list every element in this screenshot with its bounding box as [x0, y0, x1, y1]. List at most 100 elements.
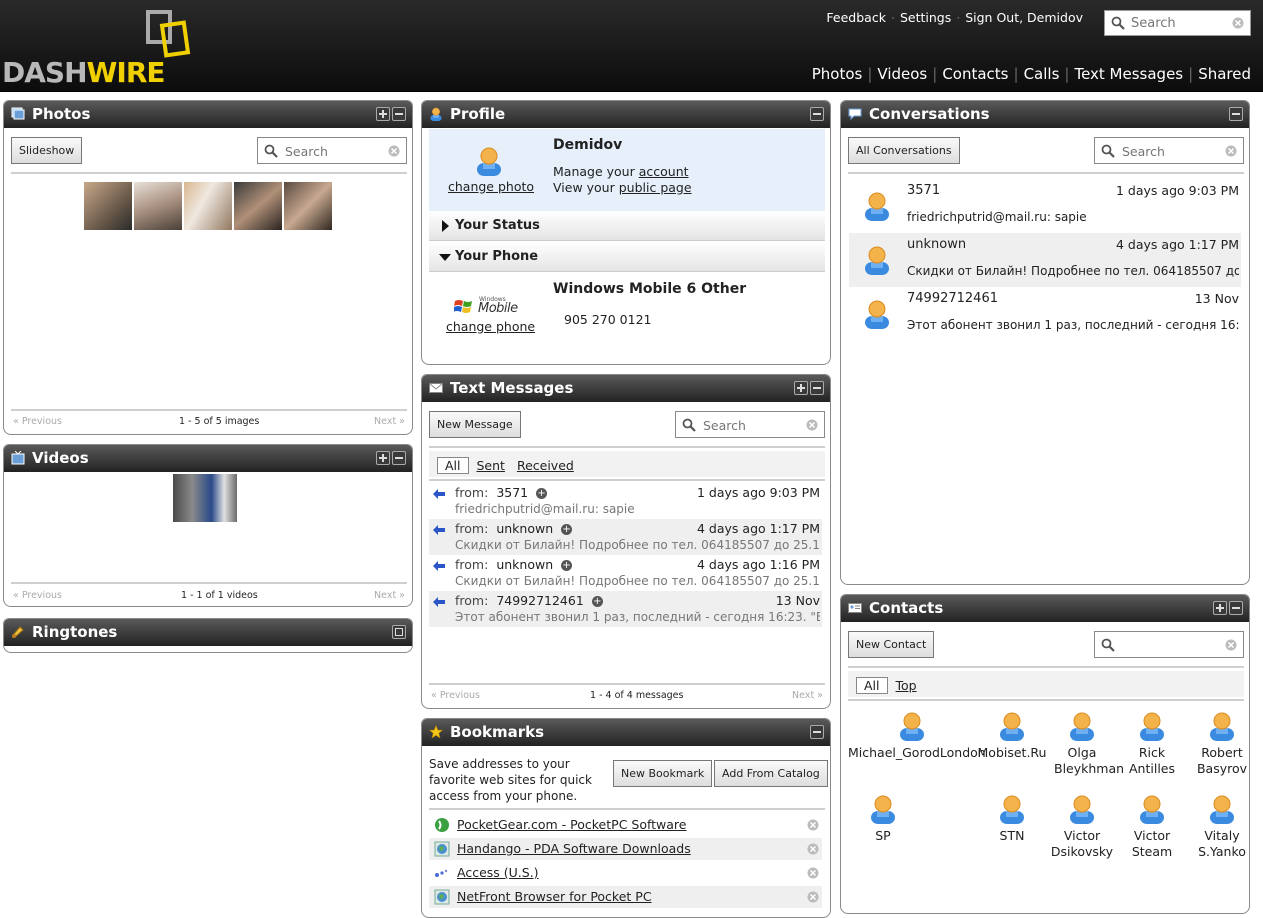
photo-thumb[interactable] [234, 182, 282, 230]
filter-received[interactable]: Received [517, 458, 574, 473]
contact-item[interactable]: Victor Steam [1112, 794, 1192, 860]
next-link[interactable]: Next » [374, 590, 405, 601]
contact-item[interactable]: Mobiset.Ru [972, 711, 1052, 761]
contact-item[interactable]: Olga Bleykhman [1042, 711, 1124, 777]
new-message-button[interactable]: New Message [429, 411, 521, 438]
header-search-input[interactable] [1131, 14, 1231, 32]
videos-titlebar[interactable]: Videos [4, 445, 412, 472]
photo-thumb[interactable] [284, 182, 332, 230]
public-page-link[interactable]: public page [619, 180, 692, 195]
nav-videos[interactable]: Videos [877, 65, 927, 83]
previous-link[interactable]: « Previous [431, 690, 480, 701]
photos-titlebar[interactable]: Photos [4, 101, 412, 128]
conversation-row[interactable]: unknown 4 days ago 1:17 PM Скидки от Бил… [849, 233, 1241, 287]
contact-item[interactable]: Rick Antilles [1112, 711, 1192, 777]
message-row[interactable]: from: 74992712461 + 13 Nov Этот абонент зв… [429, 591, 822, 627]
contact-item[interactable]: Victor Dsikovsky [1042, 794, 1122, 860]
new-bookmark-button[interactable]: New Bookmark [613, 760, 713, 787]
feedback-link[interactable]: Feedback [826, 10, 886, 25]
previous-link[interactable]: « Previous [13, 590, 62, 601]
contact-item[interactable]: SP [843, 794, 923, 844]
contact-name: Mobiset.Ru [977, 745, 1047, 760]
conversation-row[interactable]: 74992712461 13 Nov Этот абонент звонил 1… [849, 287, 1241, 341]
contact-item[interactable]: STN [972, 794, 1052, 844]
clear-icon[interactable] [1232, 17, 1244, 29]
message-sender: unknown [496, 521, 554, 536]
nav-contacts[interactable]: Contacts [942, 65, 1008, 83]
account-link[interactable]: account [639, 164, 689, 179]
photos-search-input[interactable] [285, 142, 380, 160]
conversations-search-input[interactable] [1122, 142, 1217, 160]
photo-thumb[interactable] [134, 182, 182, 230]
maximize-icon[interactable] [794, 381, 808, 395]
maximize-icon[interactable] [376, 107, 390, 121]
next-link[interactable]: Next » [792, 690, 823, 701]
restore-icon[interactable] [392, 625, 406, 639]
contact-item[interactable]: Robert Basyrov [1182, 711, 1249, 777]
next-link[interactable]: Next » [374, 416, 405, 427]
logo-wordmark: DASHWIRE [2, 56, 166, 89]
filter-all[interactable]: All [437, 457, 469, 474]
bookmark-link[interactable]: PocketGear.com - PocketPC Software [457, 817, 687, 832]
message-row[interactable]: from: 3571 + 1 days ago 9:03 PM friedrichp… [429, 483, 822, 519]
nav-photos[interactable]: Photos [812, 65, 863, 83]
conversation-row[interactable]: 3571 1 days ago 9:03 PM friedrichputrid@… [849, 179, 1241, 233]
add-contact-icon[interactable]: + [561, 524, 573, 535]
bookmarks-titlebar[interactable]: Bookmarks [422, 719, 830, 746]
ringtones-titlebar[interactable]: Ringtones [4, 619, 412, 646]
your-status-toggle[interactable]: Your Status [429, 211, 825, 241]
remove-icon[interactable] [807, 867, 819, 879]
clear-icon[interactable] [806, 419, 818, 431]
minimize-icon[interactable] [810, 107, 824, 121]
change-photo-link[interactable]: change photo [448, 179, 534, 194]
add-from-catalog-button[interactable]: Add From Catalog [714, 760, 828, 787]
your-phone-toggle[interactable]: Your Phone [429, 242, 825, 272]
contact-avatar-icon [869, 794, 897, 824]
nav-shared[interactable]: Shared [1198, 65, 1251, 83]
photo-thumb[interactable] [84, 182, 132, 230]
settings-link[interactable]: Settings [900, 10, 951, 25]
minimize-icon[interactable] [810, 381, 824, 395]
message-row[interactable]: from: unknown + 4 days ago 1:17 PM Скидки … [429, 519, 822, 555]
bookmark-row[interactable]: NetFront Browser for Pocket PC [429, 886, 822, 908]
remove-icon[interactable] [807, 843, 819, 855]
nav-calls[interactable]: Calls [1024, 65, 1060, 83]
bookmark-row[interactable]: Access (U.S.) [429, 862, 822, 884]
bookmark-row[interactable]: PocketGear.com - PocketPC Software [429, 814, 822, 836]
change-phone-link[interactable]: change phone [446, 319, 535, 334]
dashwire-logo[interactable]: DASHWIRE [2, 8, 202, 89]
messages-search-box [675, 411, 825, 438]
bookmark-row[interactable]: Handango - PDA Software Downloads [429, 838, 822, 860]
clear-icon[interactable] [1225, 145, 1237, 157]
add-contact-icon[interactable]: + [561, 560, 573, 571]
nav-text-messages[interactable]: Text Messages [1074, 65, 1183, 83]
add-contact-icon[interactable]: + [591, 596, 603, 607]
contact-item[interactable]: Michael_GorodLondon [848, 711, 986, 761]
video-thumb[interactable] [173, 474, 237, 522]
previous-link[interactable]: « Previous [13, 416, 62, 427]
conversations-titlebar[interactable]: Conversations [841, 101, 1249, 128]
contact-item[interactable]: Vitaly S.Yanko [1182, 794, 1249, 860]
minimize-icon[interactable] [392, 451, 406, 465]
text-messages-titlebar[interactable]: Text Messages [422, 375, 830, 402]
all-conversations-button[interactable]: All Conversations [848, 137, 960, 164]
slideshow-button[interactable]: Slideshow [11, 137, 83, 164]
bookmark-link[interactable]: Access (U.S.) [457, 865, 539, 880]
remove-icon[interactable] [807, 819, 819, 831]
add-contact-icon[interactable]: + [536, 488, 548, 499]
bookmark-link[interactable]: NetFront Browser for Pocket PC [457, 889, 652, 904]
remove-icon[interactable] [807, 891, 819, 903]
clear-icon[interactable] [388, 145, 400, 157]
minimize-icon[interactable] [1229, 107, 1243, 121]
profile-icon [429, 107, 443, 121]
sign-out-link[interactable]: Sign Out, Demidov [965, 10, 1083, 25]
minimize-icon[interactable] [810, 725, 824, 739]
message-row[interactable]: from: unknown + 4 days ago 1:16 PM Скидки … [429, 555, 822, 591]
messages-search-input[interactable] [703, 416, 798, 434]
minimize-icon[interactable] [392, 107, 406, 121]
maximize-icon[interactable] [376, 451, 390, 465]
bookmark-link[interactable]: Handango - PDA Software Downloads [457, 841, 691, 856]
filter-sent[interactable]: Sent [477, 458, 505, 473]
profile-titlebar[interactable]: Profile [422, 101, 830, 128]
photo-thumb[interactable] [184, 182, 232, 230]
